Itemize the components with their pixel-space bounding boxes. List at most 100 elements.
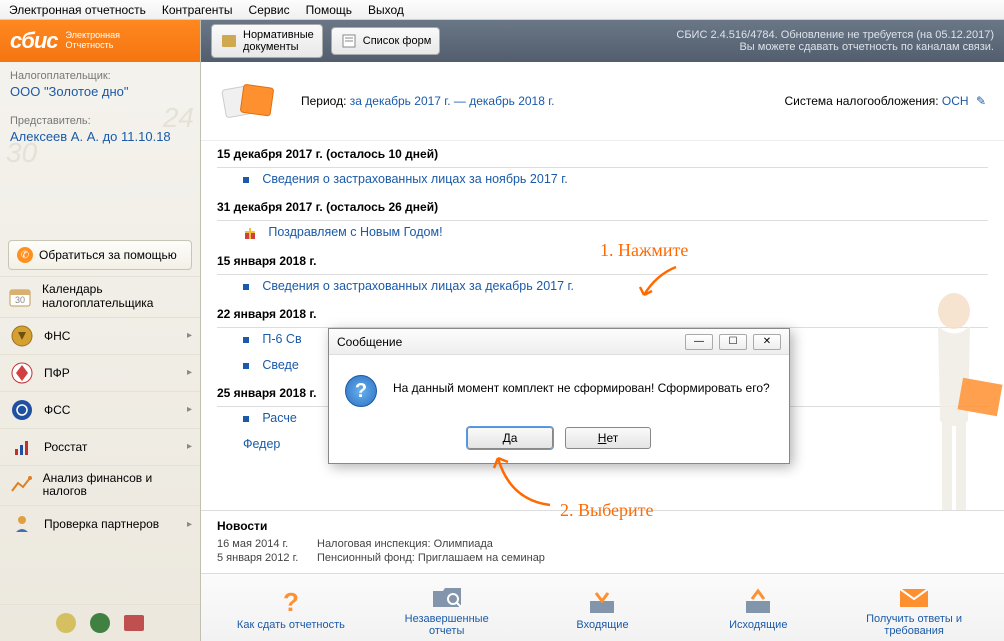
dialog-titlebar: Сообщение — ☐ ✕ [329,329,789,355]
news-text: Налоговая инспекция: Олимпиада [317,538,493,550]
fss-icon [8,398,36,422]
bottom-bar: ? Как сдать отчетность Незавершенные отч… [201,573,1004,641]
tax-system-value[interactable]: ОСН [942,94,969,108]
deadline-head: 15 декабря 2017 г. (осталось 10 дней) [217,141,988,168]
task-link[interactable]: Сведения о застрахованных лицах за ноябр… [262,172,567,186]
nav-pfr[interactable]: ПФР ▸ [0,354,200,391]
bbar-label: Получить ответы и требования [854,613,974,637]
nav-label: Росстат [44,440,87,454]
logo: сбис ЭлектроннаяОтчетность [0,20,200,62]
chevron-right-icon: ▸ [187,441,192,452]
logo-text: сбис [10,28,58,54]
gift-icon [243,226,257,240]
regulations-button[interactable]: Нормативныедокументы [211,24,323,58]
task-link[interactable]: Федер [243,437,280,451]
menu-electronic-reporting[interactable]: Электронная отчетность [1,1,154,19]
bbar-label: Исходящие [698,619,818,631]
pencil-icon[interactable]: ✎ [976,94,986,108]
nav-rosstat[interactable]: Росстат ▸ [0,428,200,465]
news-row[interactable]: 16 мая 2014 г. Налоговая инспекция: Олим… [217,537,988,551]
calendar-icon: 30 [8,285,34,309]
logo-subtitle: ЭлектроннаяОтчетность [66,31,120,51]
bbar-howto[interactable]: ? Как сдать отчетность [231,585,351,631]
deadline-head: 22 января 2018 г. [217,301,988,328]
bullet-icon [243,416,249,422]
status-version: СБИС 2.4.516/4784. Обновление не требует… [676,29,994,41]
task-link[interactable]: П-6 Св [262,332,301,346]
news-date: 5 января 2012 г. [217,552,317,564]
nav-label: ФСС [44,403,70,417]
nav-label: Анализ финансов и налогов [43,472,192,500]
bullet-icon [243,284,249,290]
news-row[interactable]: 5 января 2012 г. Пенсионный фонд: Пригла… [217,551,988,565]
book-icon [220,32,238,50]
task-link[interactable]: Поздравляем с Новым Годом! [268,225,442,239]
bullet-icon [243,177,249,183]
deadline-head: 31 декабря 2017 г. (осталось 26 дней) [217,194,988,221]
taxpayer-block: 24 Налогоплательщик: ООО "Золотое дно" [0,62,200,107]
nav-fss[interactable]: ФСС ▸ [0,391,200,428]
period-text: Период: за декабрь 2017 г. — декабрь 201… [301,94,555,108]
nav-fns[interactable]: ФНС ▸ [0,317,200,354]
nav-label: Проверка партнеров [44,517,159,531]
bbar-label: Входящие [542,619,662,631]
task-item: Сведения о застрахованных лицах за ноябр… [217,168,988,194]
list-icon [340,32,358,50]
task-item: Поздравляем с Новым Годом! [217,221,988,248]
no-button[interactable]: Нет [565,427,651,449]
period-icon [211,76,291,126]
bbar-inbox[interactable]: Входящие [542,585,662,631]
question-icon: ? [231,585,351,619]
menubar: Электронная отчетность Контрагенты Серви… [0,0,1004,20]
nav-partners[interactable]: Проверка партнеров ▸ [0,505,200,542]
period-bar: Период: за декабрь 2017 г. — декабрь 201… [201,62,1004,141]
top-toolbar: Нормативныедокументы Список форм СБИС 2.… [201,20,1004,62]
menu-exit[interactable]: Выход [360,1,412,19]
nav-calendar[interactable]: 30 Календарь налогоплательщика [0,276,200,317]
yes-button[interactable]: Да [467,427,553,449]
minimize-button[interactable]: — [685,334,713,350]
nav-analysis[interactable]: Анализ финансов и налогов [0,465,200,506]
menu-service[interactable]: Сервис [241,1,298,19]
close-button[interactable]: ✕ [753,334,781,350]
chevron-right-icon: ▸ [187,367,192,378]
forms-list-button[interactable]: Список форм [331,27,441,55]
nav-label: Календарь налогоплательщика [42,283,192,311]
svg-text:30: 30 [15,295,25,305]
inbox-icon [542,585,662,619]
task-link-highlighted[interactable]: Сведения о застрахованных лицах за декаб… [262,279,574,293]
help-icon: ✆ [17,247,33,263]
question-icon: ? [345,375,377,407]
badge-icon [88,611,112,635]
maximize-button[interactable]: ☐ [719,334,747,350]
nav-list: 30 Календарь налогоплательщика ФНС ▸ ПФР… [0,276,200,604]
bbar-unfinished[interactable]: Незавершенные отчеты [387,579,507,637]
task-link[interactable]: Расче [262,411,296,425]
svg-text:?: ? [283,587,299,617]
task-link[interactable]: Сведе [262,358,298,372]
help-button[interactable]: ✆ Обратиться за помощью [8,240,192,270]
message-dialog: Сообщение — ☐ ✕ ? На данный момент компл… [328,328,790,464]
bullet-icon [243,337,249,343]
dialog-message: На данный момент комплект не сформирован… [393,375,773,395]
status-block: СБИС 2.4.516/4784. Обновление не требует… [676,29,994,53]
bbar-outbox[interactable]: Исходящие [698,585,818,631]
fns-icon [8,324,36,348]
task-item: Сведения о застрахованных лицах за декаб… [217,275,988,301]
bullet-icon [243,363,249,369]
menu-help[interactable]: Помощь [298,1,360,19]
menu-contractors[interactable]: Контрагенты [154,1,241,19]
chevron-right-icon: ▸ [187,404,192,415]
news-date: 16 мая 2014 г. [217,538,317,550]
tax-system: Система налогообложения: ОСН ✎ [784,94,986,108]
dialog-title-text: Сообщение [337,335,402,349]
bbar-receive[interactable]: Получить ответы и требования [854,579,974,637]
news-title: Новости [217,519,988,533]
bbar-label: Незавершенные отчеты [387,613,507,637]
status-channels: Вы можете сдавать отчетность по каналам … [676,41,994,53]
taxpayer-value[interactable]: ООО "Золотое дно" [10,84,190,99]
agent-value[interactable]: Алексеев А. А. до 11.10.18 [10,129,190,144]
folder-search-icon [387,579,507,613]
period-link[interactable]: за декабрь 2017 г. — декабрь 2018 г. [350,94,555,108]
badge-icon [122,611,146,635]
